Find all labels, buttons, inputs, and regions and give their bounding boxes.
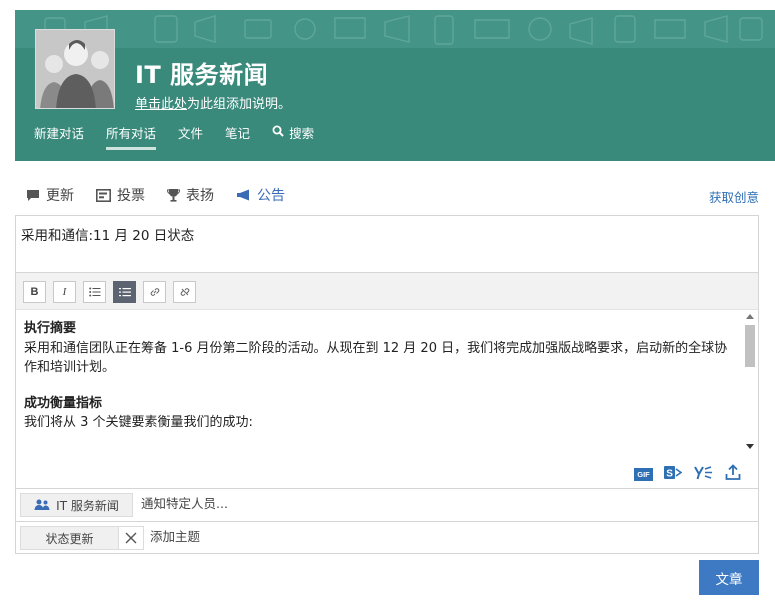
notify-row: IT 服务新闻 (16, 489, 758, 521)
nav-new-conversations[interactable]: 新建对话 (34, 123, 84, 150)
remove-topic-button[interactable] (118, 526, 144, 550)
scroll-down-arrow-icon[interactable] (746, 444, 754, 449)
numbered-list-button[interactable] (113, 281, 136, 303)
body-paragraph-metrics: 我们将从 3 个关键要素衡量我们的成功: (24, 415, 253, 430)
chat-bubble-icon (27, 189, 39, 201)
yammer-icon[interactable] (694, 464, 713, 481)
scroll-thumb[interactable] (745, 325, 755, 367)
description-text: 为此组添加说明。 (187, 97, 292, 112)
add-topic-input[interactable] (150, 529, 450, 544)
bold-button[interactable]: B (23, 281, 46, 303)
tab-announcement[interactable]: 公告 (236, 185, 285, 205)
nav-files[interactable]: 文件 (178, 123, 203, 150)
svg-text:S: S (666, 469, 673, 480)
attachment-row: GIF S (16, 458, 758, 488)
target-group-chip[interactable]: IT 服务新闻 (20, 493, 133, 517)
group-nav: 新建对话 所有对话 文件 笔记 搜索 (34, 123, 336, 150)
group-people-icon (36, 30, 114, 108)
group-title: IT 服务新闻 (135, 61, 269, 89)
nav-search[interactable]: 搜索 (272, 123, 314, 150)
gif-icon[interactable]: GIF (634, 468, 653, 481)
publisher-tabs: 更新 投票 表扬 公告 (26, 185, 307, 205)
get-ideas-link[interactable]: 获取创意 (709, 187, 759, 206)
nav-notes[interactable]: 笔记 (225, 123, 250, 150)
message-body-editor[interactable]: 执行摘要 采用和通信团队正在筹备 1-6 月份第二阶段的活动。从现在到 12 月… (16, 311, 758, 455)
unlink-icon (180, 288, 189, 296)
bold-icon: B (30, 286, 39, 298)
add-description-link[interactable]: 单击此处 (135, 97, 187, 112)
announcement-composer: 采用和通信:11 月 20 日状态 B I 执行摘要 采用和通信团队正在筹备 1… (15, 215, 759, 554)
tab-update[interactable]: 更新 (26, 185, 74, 205)
link-icon (150, 288, 159, 296)
body-heading-metrics: 成功衡量指标 (24, 395, 103, 411)
post-button[interactable]: 文章 (699, 560, 759, 595)
search-icon (272, 125, 284, 140)
megaphone-icon (237, 189, 249, 201)
editor-scrollbar[interactable] (742, 311, 758, 453)
bullet-list-button[interactable] (83, 281, 106, 303)
numbered-list-icon (118, 288, 131, 297)
group-icon (34, 499, 50, 510)
close-icon (125, 532, 137, 544)
notify-people-input[interactable] (141, 496, 441, 511)
insert-link-button[interactable] (143, 281, 166, 303)
remove-link-button[interactable] (173, 281, 196, 303)
tab-praise[interactable]: 表扬 (167, 185, 214, 205)
topic-row: 状态更新 (16, 522, 758, 554)
body-paragraph-summary: 采用和通信团队正在筹备 1-6 月份第二阶段的活动。从现在到 12 月 20 日… (24, 340, 728, 376)
italic-button[interactable]: I (53, 281, 76, 303)
italic-icon: I (62, 286, 67, 298)
body-heading-summary: 执行摘要 (24, 321, 77, 336)
tab-poll[interactable]: 投票 (96, 185, 145, 205)
topic-chip: 状态更新 (20, 526, 119, 550)
scroll-up-arrow-icon[interactable] (746, 314, 754, 319)
banner-pattern (15, 10, 775, 48)
bullet-list-icon (88, 287, 100, 297)
group-header-banner: IT 服务新闻 单击此处为此组添加说明。 新建对话 所有对话 文件 笔记 搜索 (15, 10, 775, 161)
nav-all-conversations[interactable]: 所有对话 (106, 123, 157, 150)
trophy-icon (167, 189, 180, 202)
format-toolbar: B I (16, 272, 758, 310)
poll-icon (96, 188, 111, 202)
upload-icon[interactable] (725, 464, 741, 481)
message-body-text: 执行摘要 采用和通信团队正在筹备 1-6 月份第二阶段的活动。从现在到 12 月… (24, 319, 734, 433)
group-description: 单击此处为此组添加说明。 (135, 93, 291, 112)
sharepoint-icon[interactable]: S (664, 464, 682, 481)
subject-field[interactable]: 采用和通信:11 月 20 日状态 (21, 224, 194, 244)
group-avatar[interactable] (35, 29, 115, 109)
